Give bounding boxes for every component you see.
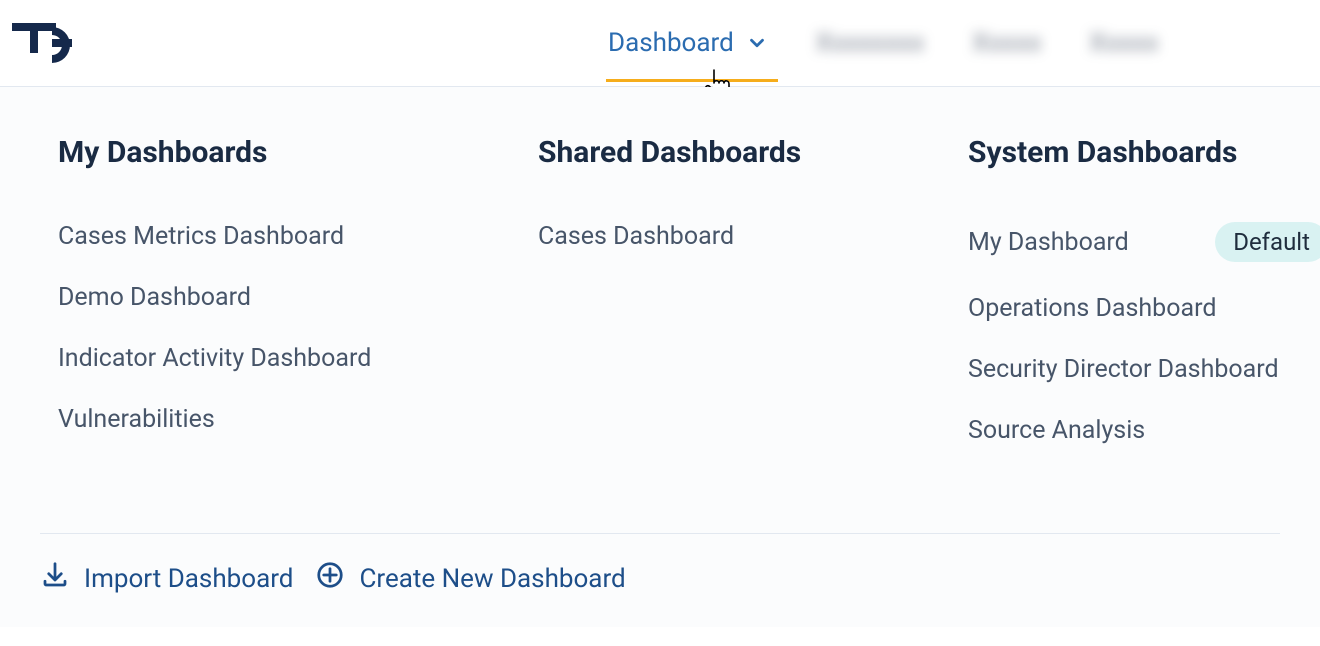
nav-blurred-item[interactable]: Xxxxx (1089, 28, 1158, 58)
dashboard-item[interactable]: Cases Metrics Dashboard (58, 206, 458, 267)
dashboard-dropdown-panel: My Dashboards Cases Metrics Dashboard De… (0, 87, 1320, 627)
system-dashboards-heading: System Dashboards (968, 135, 1320, 170)
dashboard-item[interactable]: Indicator Activity Dashboard (58, 328, 458, 389)
dashboard-item-label: Operations Dashboard (968, 294, 1216, 323)
dashboard-item-label: Cases Metrics Dashboard (58, 222, 344, 251)
dashboard-item-label: Indicator Activity Dashboard (58, 344, 371, 373)
system-dashboards-column: System Dashboards My Dashboard Default O… (968, 135, 1320, 461)
my-dashboards-column: My Dashboards Cases Metrics Dashboard De… (58, 135, 458, 461)
create-dashboard-label: Create New Dashboard (359, 564, 625, 594)
nav-blurred-item[interactable]: Xxxxxxxx (816, 28, 925, 58)
app-logo (12, 23, 90, 63)
dashboard-item[interactable]: Source Analysis (968, 400, 1320, 461)
top-nav-bar: Dashboard Xxxxxxxx Xxxxx Xxxxx (0, 0, 1320, 86)
nav-blurred-item[interactable]: Xxxxx (972, 28, 1041, 58)
download-icon (40, 560, 70, 597)
my-dashboards-heading: My Dashboards (58, 135, 458, 170)
import-dashboard-label: Import Dashboard (84, 564, 293, 594)
nav-dashboard[interactable]: Dashboard (608, 0, 768, 86)
dashboard-item-label: My Dashboard (968, 228, 1129, 257)
plus-circle-icon (315, 560, 345, 597)
dashboard-item[interactable]: Security Director Dashboard (968, 339, 1320, 400)
shared-dashboards-heading: Shared Dashboards (538, 135, 888, 170)
shared-dashboards-column: Shared Dashboards Cases Dashboard (538, 135, 888, 461)
dashboard-item[interactable]: Demo Dashboard (58, 267, 458, 328)
dropdown-footer: Import Dashboard Create New Dashboard (40, 533, 1280, 597)
default-badge: Default (1215, 222, 1320, 262)
dashboard-item-label: Source Analysis (968, 416, 1145, 445)
dashboard-item[interactable]: Cases Dashboard (538, 206, 888, 267)
dashboard-item-label: Cases Dashboard (538, 222, 734, 251)
import-dashboard-button[interactable]: Import Dashboard (40, 560, 293, 597)
dashboard-item-label: Security Director Dashboard (968, 355, 1279, 384)
dashboard-item[interactable]: Operations Dashboard (968, 278, 1320, 339)
nav-dashboard-label: Dashboard (608, 28, 734, 58)
dashboard-item[interactable]: Vulnerabilities (58, 389, 458, 450)
dashboard-item-label: Demo Dashboard (58, 283, 251, 312)
main-nav: Dashboard Xxxxxxxx Xxxxx Xxxxx (608, 0, 1158, 86)
dashboard-item-label: Vulnerabilities (58, 405, 215, 434)
chevron-down-icon (746, 32, 768, 54)
footer-divider (40, 533, 1280, 534)
dashboard-item[interactable]: My Dashboard Default (968, 206, 1320, 278)
create-dashboard-button[interactable]: Create New Dashboard (315, 560, 625, 597)
